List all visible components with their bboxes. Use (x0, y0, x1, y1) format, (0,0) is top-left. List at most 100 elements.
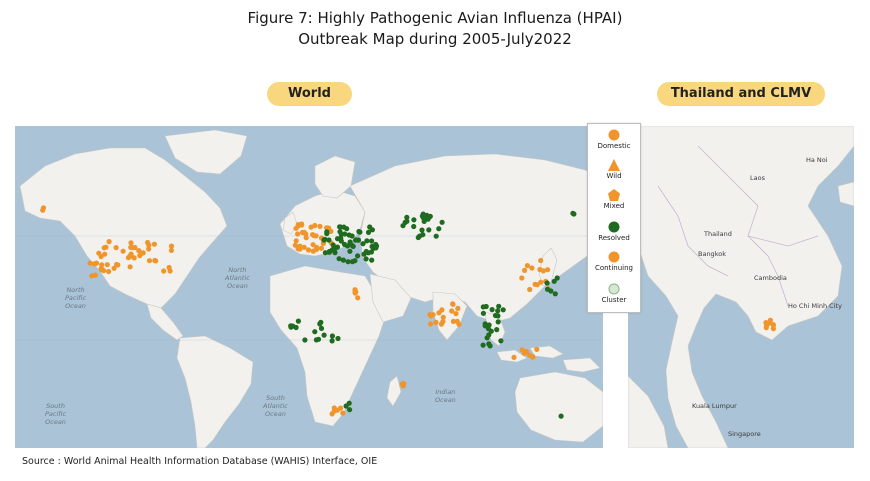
domestic-outbreak-marker[interactable] (538, 257, 544, 264)
resolved-outbreak-marker[interactable] (400, 223, 406, 229)
domestic-outbreak-marker[interactable] (87, 260, 93, 266)
domestic-outbreak-marker[interactable] (428, 313, 434, 319)
resolved-outbreak-marker[interactable] (363, 256, 369, 262)
domestic-outbreak-marker[interactable] (524, 263, 530, 269)
resolved-outbreak-marker[interactable] (558, 413, 564, 419)
resolved-outbreak-marker[interactable] (498, 338, 504, 344)
domestic-outbreak-marker[interactable] (438, 321, 445, 327)
resolved-outbreak-marker[interactable] (340, 257, 346, 263)
domestic-outbreak-marker[interactable] (113, 245, 119, 251)
domestic-outbreak-marker[interactable] (40, 205, 47, 211)
domestic-outbreak-marker[interactable] (103, 244, 109, 250)
resolved-outbreak-marker[interactable] (349, 233, 355, 239)
resolved-outbreak-marker[interactable] (345, 259, 351, 265)
domestic-outbreak-marker[interactable] (305, 247, 312, 253)
domestic-outbreak-marker[interactable] (127, 264, 133, 270)
domestic-outbreak-marker[interactable] (433, 319, 439, 325)
resolved-outbreak-marker[interactable] (369, 238, 375, 244)
domestic-outbreak-marker[interactable] (101, 268, 107, 274)
domestic-outbreak-marker[interactable] (114, 261, 120, 268)
domestic-outbreak-marker[interactable] (534, 346, 540, 352)
resolved-outbreak-marker[interactable] (335, 335, 341, 342)
domestic-outbreak-marker[interactable] (401, 381, 407, 387)
resolved-outbreak-marker[interactable] (544, 280, 550, 286)
thailand-clmv-map[interactable]: Laos Thailand Bangkok Cambodia Ha Noi Ho… (628, 126, 854, 448)
domestic-outbreak-marker[interactable] (295, 223, 301, 229)
resolved-outbreak-marker[interactable] (500, 307, 506, 313)
domestic-outbreak-marker[interactable] (308, 224, 314, 230)
domestic-outbreak-marker[interactable] (526, 352, 533, 358)
resolved-outbreak-marker[interactable] (426, 227, 432, 233)
domestic-outbreak-marker[interactable] (166, 264, 172, 271)
domestic-outbreak-marker[interactable] (334, 407, 340, 413)
resolved-outbreak-marker[interactable] (486, 332, 492, 338)
resolved-outbreak-marker[interactable] (411, 223, 417, 230)
domestic-outbreak-marker[interactable] (295, 231, 301, 237)
resolved-outbreak-marker[interactable] (346, 400, 352, 406)
resolved-outbreak-marker[interactable] (420, 211, 426, 217)
resolved-outbreak-marker[interactable] (436, 226, 442, 232)
domestic-outbreak-marker[interactable] (136, 248, 142, 254)
domestic-outbreak-marker[interactable] (106, 268, 112, 275)
resolved-outbreak-marker[interactable] (326, 237, 332, 243)
resolved-outbreak-marker[interactable] (495, 313, 501, 319)
resolved-outbreak-marker[interactable] (367, 224, 373, 230)
domestic-outbreak-marker[interactable] (151, 241, 157, 247)
resolved-outbreak-marker[interactable] (369, 257, 375, 263)
domestic-outbreak-marker[interactable] (128, 251, 134, 257)
domestic-outbreak-marker[interactable] (120, 248, 126, 254)
resolved-outbreak-marker[interactable] (489, 307, 495, 313)
domestic-outbreak-marker[interactable] (161, 268, 167, 274)
domestic-outbreak-marker[interactable] (152, 257, 158, 264)
resolved-outbreak-marker[interactable] (348, 242, 355, 248)
resolved-outbreak-marker[interactable] (334, 244, 341, 250)
resolved-outbreak-marker[interactable] (496, 303, 502, 309)
domestic-outbreak-marker[interactable] (529, 265, 535, 271)
resolved-outbreak-marker[interactable] (321, 332, 327, 338)
domestic-outbreak-marker[interactable] (527, 286, 533, 293)
domestic-outbreak-marker[interactable] (89, 273, 95, 279)
domestic-outbreak-marker[interactable] (317, 223, 323, 229)
domestic-outbreak-marker[interactable] (318, 245, 324, 251)
resolved-outbreak-marker[interactable] (324, 231, 330, 237)
domestic-outbreak-marker[interactable] (519, 347, 525, 353)
resolved-outbreak-marker[interactable] (302, 337, 308, 343)
resolved-outbreak-marker[interactable] (355, 253, 361, 259)
resolved-outbreak-marker[interactable] (352, 258, 358, 264)
resolved-outbreak-marker[interactable] (494, 327, 500, 333)
resolved-outbreak-marker[interactable] (290, 323, 296, 329)
resolved-outbreak-marker[interactable] (353, 237, 359, 243)
resolved-outbreak-marker[interactable] (552, 291, 558, 297)
resolved-outbreak-marker[interactable] (338, 235, 344, 241)
domestic-outbreak-marker[interactable] (128, 240, 134, 246)
domestic-outbreak-marker[interactable] (104, 262, 110, 268)
resolved-outbreak-marker[interactable] (326, 248, 332, 255)
domestic-outbreak-marker[interactable] (355, 295, 361, 301)
domestic-outbreak-marker[interactable] (763, 325, 769, 331)
resolved-outbreak-marker[interactable] (313, 337, 319, 343)
domestic-outbreak-marker[interactable] (299, 229, 306, 236)
world-map[interactable]: North Pacific Ocean North Atlantic Ocean… (15, 126, 603, 448)
resolved-outbreak-marker[interactable] (495, 319, 501, 325)
resolved-outbreak-marker[interactable] (482, 323, 488, 329)
resolved-outbreak-marker[interactable] (295, 318, 301, 324)
domestic-outbreak-marker[interactable] (99, 262, 105, 268)
resolved-outbreak-marker[interactable] (404, 218, 410, 224)
domestic-outbreak-marker[interactable] (519, 275, 525, 281)
resolved-outbreak-marker[interactable] (427, 213, 433, 219)
domestic-outbreak-marker[interactable] (511, 354, 517, 360)
resolved-outbreak-marker[interactable] (347, 248, 353, 254)
resolved-outbreak-marker[interactable] (548, 288, 554, 294)
domestic-outbreak-marker[interactable] (98, 253, 104, 260)
domestic-outbreak-marker[interactable] (329, 411, 335, 417)
domestic-outbreak-marker[interactable] (540, 268, 546, 274)
domestic-outbreak-marker[interactable] (340, 410, 346, 416)
resolved-outbreak-marker[interactable] (321, 237, 327, 243)
resolved-outbreak-marker[interactable] (439, 219, 445, 225)
domestic-outbreak-marker[interactable] (522, 267, 528, 273)
resolved-outbreak-marker[interactable] (570, 210, 576, 216)
resolved-outbreak-marker[interactable] (337, 229, 343, 235)
domestic-outbreak-marker[interactable] (534, 282, 540, 288)
domestic-outbreak-marker[interactable] (770, 326, 776, 332)
resolved-outbreak-marker[interactable] (420, 232, 426, 238)
